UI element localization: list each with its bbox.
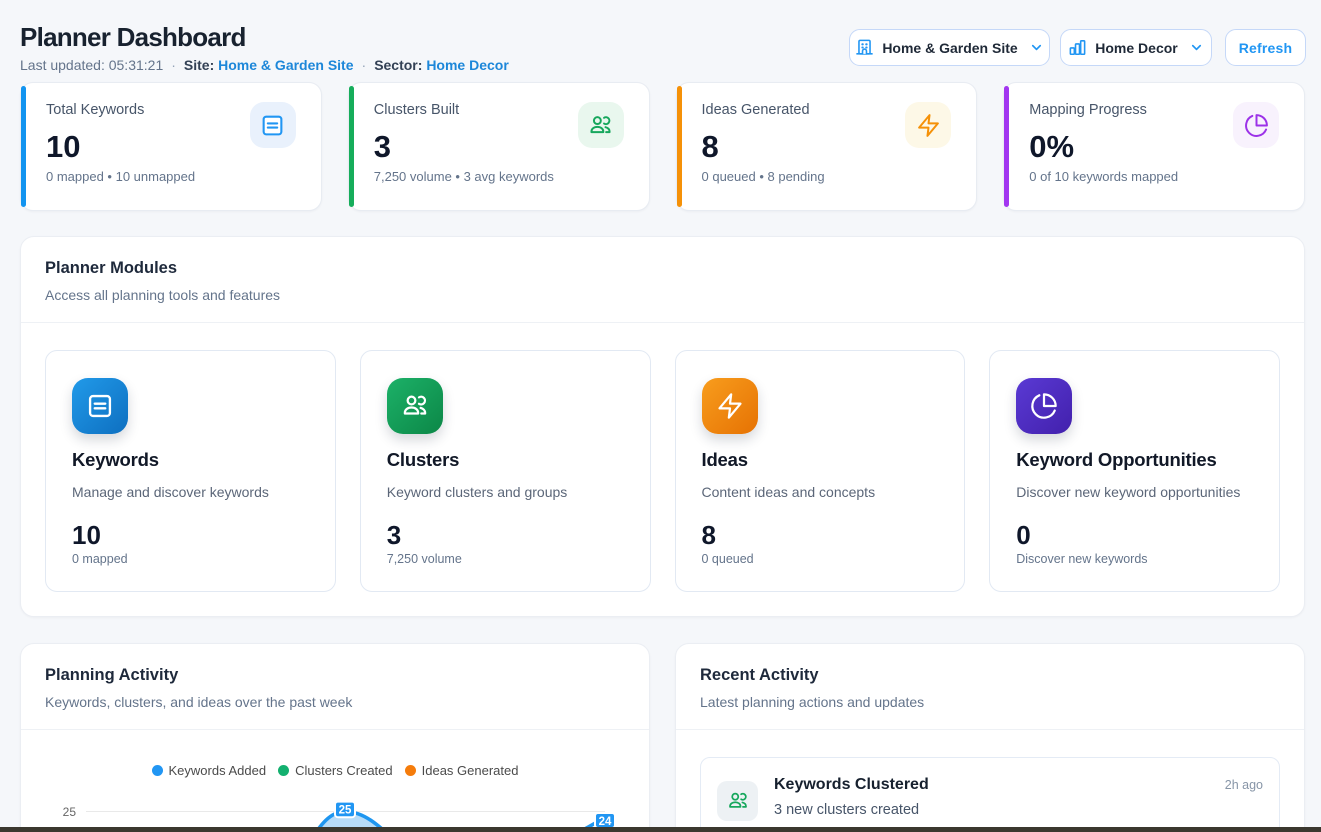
svg-text:25: 25 [63, 805, 77, 819]
svg-text:25: 25 [339, 805, 352, 817]
